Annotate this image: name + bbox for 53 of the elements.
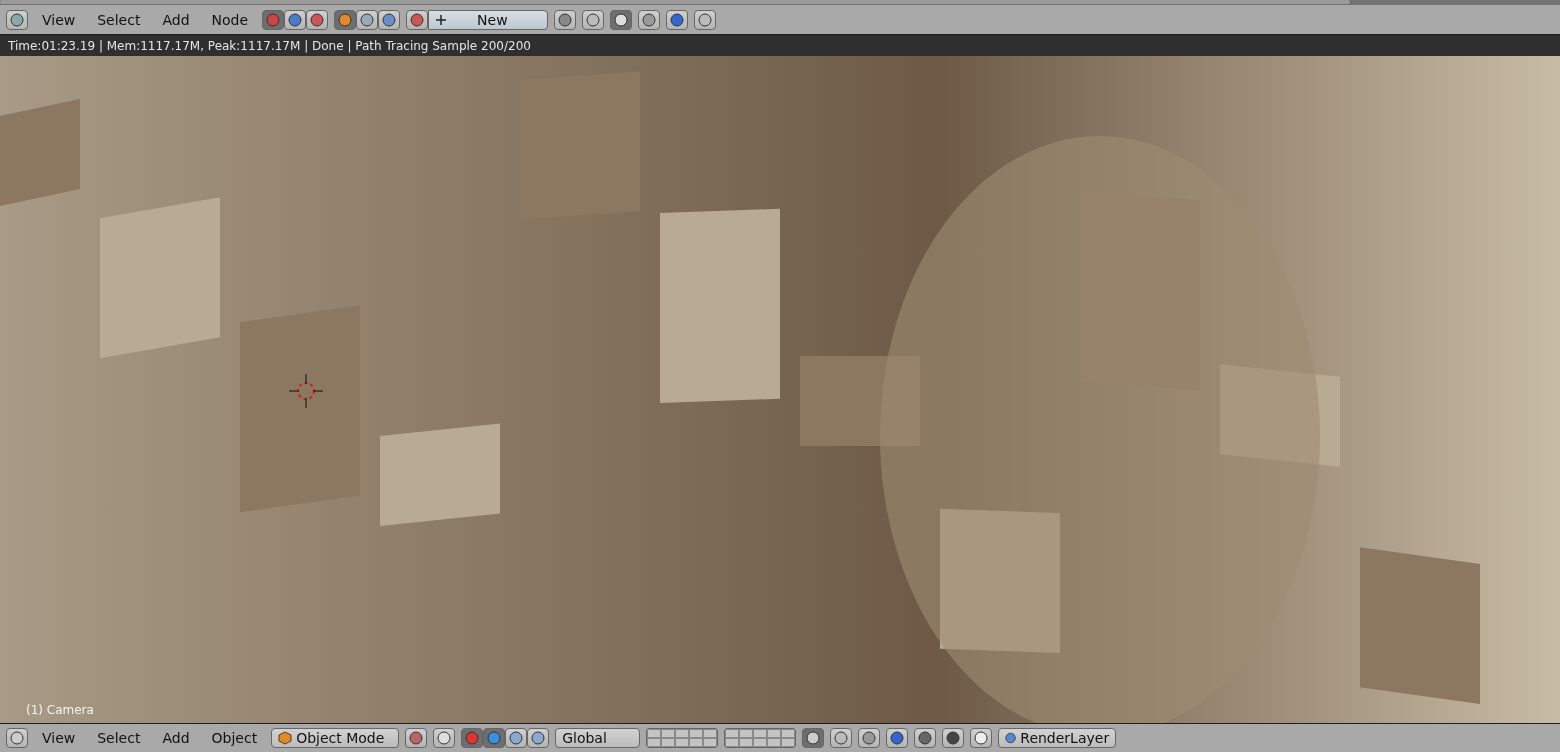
render-layer-field[interactable]: RenderLayer <box>998 728 1117 748</box>
parent-button[interactable] <box>582 9 605 30</box>
material-browse-button[interactable] <box>406 9 429 30</box>
menu-item[interactable]: View <box>34 730 84 746</box>
cube-icon <box>278 731 293 745</box>
shading-button[interactable] <box>405 728 428 748</box>
editor-type-button[interactable] <box>6 728 28 748</box>
render-status: Time:01:23.19 | Mem:1117.17M, Peak:1117.17M | Done | Path Tracing Sample 200/200 <box>0 35 1560 56</box>
snap-button[interactable] <box>638 9 661 30</box>
manipulator-button[interactable] <box>505 728 528 748</box>
menu-item[interactable]: Add <box>154 11 198 28</box>
layer-grid[interactable] <box>724 728 797 748</box>
menu-item[interactable]: Add <box>154 730 198 746</box>
tree-type-button[interactable] <box>262 9 285 30</box>
shader-type-button[interactable] <box>356 9 379 30</box>
manipulator-button[interactable] <box>527 728 550 748</box>
shader-type-button[interactable] <box>378 9 401 30</box>
copy-button[interactable] <box>694 9 717 30</box>
render-button[interactable] <box>914 728 937 748</box>
crosshair-icon <box>289 374 323 408</box>
scrollbar[interactable] <box>0 0 1350 4</box>
tree-type-button[interactable] <box>306 9 329 30</box>
menu-item[interactable]: Object <box>203 730 266 746</box>
plus-icon <box>435 13 448 26</box>
new-material-button[interactable]: New <box>428 9 549 30</box>
ball-icon <box>338 12 353 27</box>
manipulator-button[interactable] <box>483 728 506 748</box>
menu-item[interactable]: Select <box>89 11 149 28</box>
backdrop-button[interactable] <box>610 9 633 30</box>
ring-icon <box>834 731 849 745</box>
orientation-dropdown[interactable]: Global <box>555 728 641 748</box>
snap-element-button[interactable] <box>886 728 909 748</box>
mode-dropdown[interactable]: Object Mode <box>271 728 400 748</box>
menu-item[interactable]: Select <box>89 730 149 746</box>
pin-button[interactable] <box>554 9 577 30</box>
ball-icon <box>360 12 375 27</box>
snap-element-button[interactable] <box>666 9 689 30</box>
tree-type-button[interactable] <box>284 9 307 30</box>
layer-grid[interactable] <box>646 728 719 748</box>
ball-icon <box>382 12 397 27</box>
editor-type-button[interactable] <box>6 9 28 30</box>
animation-button[interactable] <box>942 728 965 748</box>
object-label: (1) Camera <box>26 703 94 717</box>
menu-item[interactable]: View <box>34 11 84 28</box>
shader-type-button[interactable] <box>334 9 357 30</box>
menu-item[interactable]: Node <box>203 11 257 28</box>
snap-button[interactable] <box>858 728 881 748</box>
pivot-button[interactable] <box>433 728 456 748</box>
sphere-icon <box>409 731 424 745</box>
manipulator-button[interactable] <box>461 728 484 748</box>
lock-layers-button[interactable] <box>802 728 825 748</box>
pause-button[interactable] <box>970 728 993 748</box>
proportional-button[interactable] <box>830 728 853 748</box>
